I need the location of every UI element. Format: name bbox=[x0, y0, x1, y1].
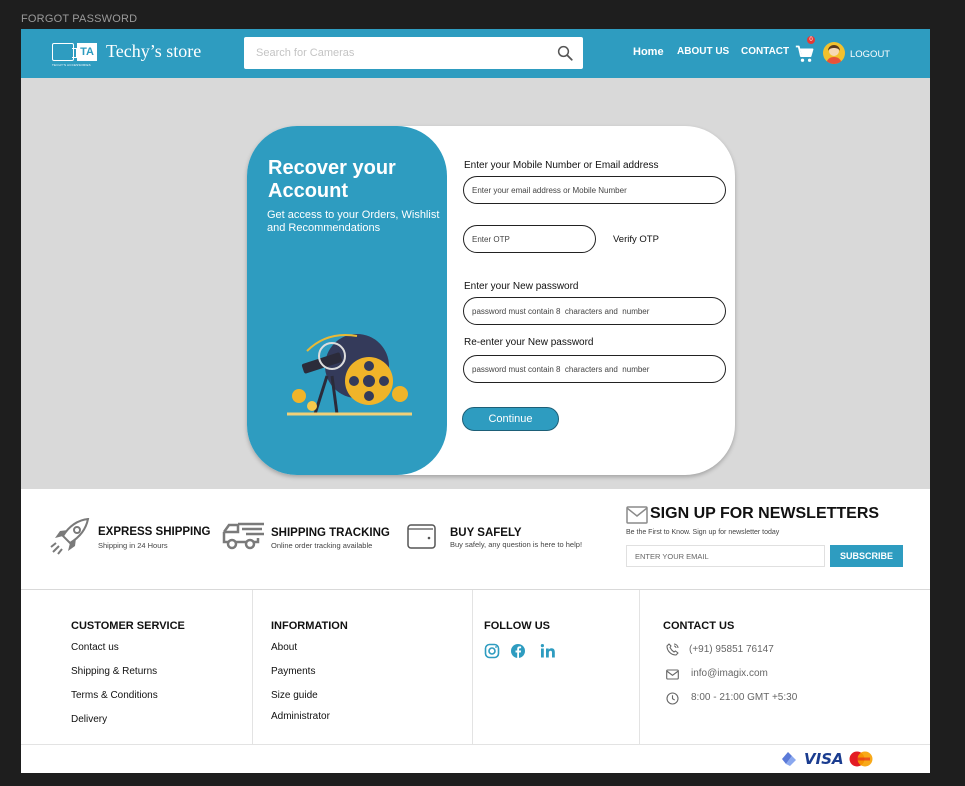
feature-tracking-title: SHIPPING TRACKING bbox=[271, 527, 390, 539]
footer-link-size-guide[interactable]: Size guide bbox=[271, 690, 318, 701]
contact-hours: 8:00 - 21:00 GMT +5:30 bbox=[691, 692, 798, 703]
mobile-email-input[interactable] bbox=[463, 176, 726, 204]
visa-logo: VISA bbox=[804, 750, 844, 768]
cart-icon[interactable] bbox=[795, 44, 815, 64]
truck-icon bbox=[222, 522, 264, 550]
contact-us-title: CONTACT US bbox=[663, 620, 735, 632]
features-strip: EXPRESS SHIPPING Shipping in 24 Hours SH… bbox=[21, 489, 930, 589]
newsletter-title: SIGN UP FOR NEWSLETTERS bbox=[650, 505, 880, 522]
mail-icon bbox=[626, 506, 648, 524]
rocket-icon bbox=[50, 518, 90, 555]
recover-panel: Recover your Account Get access to your … bbox=[247, 126, 447, 475]
feature-tracking-sub: Online order tracking available bbox=[271, 541, 373, 550]
phone-icon bbox=[666, 643, 679, 656]
footer-divider bbox=[639, 590, 640, 744]
cart-count-badge: 0 bbox=[807, 36, 815, 44]
recover-card: Recover your Account Get access to your … bbox=[247, 126, 735, 475]
follow-us-title: FOLLOW US bbox=[484, 620, 550, 632]
footer-link-shipping-returns[interactable]: Shipping & Returns bbox=[71, 666, 157, 677]
reenter-password-input[interactable] bbox=[463, 355, 726, 383]
search-input[interactable] bbox=[244, 37, 544, 69]
verify-otp-button[interactable]: Verify OTP bbox=[613, 234, 659, 245]
contact-phone: (+91) 95851 76147 bbox=[689, 644, 774, 655]
clock-icon bbox=[666, 692, 679, 705]
gpay-icon bbox=[782, 752, 796, 766]
footer-link-terms[interactable]: Terms & Conditions bbox=[71, 690, 158, 701]
logout-link[interactable]: LOGOUT bbox=[850, 49, 890, 60]
store-name: Techy’s store bbox=[106, 41, 202, 61]
footer-link-contact-us[interactable]: Contact us bbox=[71, 642, 119, 653]
film-camera-illustration bbox=[287, 334, 412, 416]
search-box bbox=[244, 37, 583, 69]
feature-buy-title: BUY SAFELY bbox=[450, 527, 522, 539]
footer-divider bbox=[472, 590, 473, 744]
page: TA Techy’s store TECHY'S ACCESSORIES Hom… bbox=[21, 29, 930, 773]
instagram-icon[interactable] bbox=[484, 643, 500, 659]
footer-link-about[interactable]: About bbox=[271, 642, 297, 653]
nav-contact[interactable]: CONTACT bbox=[741, 46, 789, 57]
footer-link-administrator[interactable]: Administrator bbox=[271, 711, 330, 722]
information-title: INFORMATION bbox=[271, 620, 348, 632]
feature-express-sub: Shipping in 24 Hours bbox=[98, 541, 168, 550]
footer-bottom-divider bbox=[21, 744, 930, 745]
store-logo[interactable]: TA Techy’s store TECHY'S ACCESSORIES bbox=[52, 41, 202, 67]
linkedin-icon[interactable] bbox=[540, 643, 556, 659]
reenter-password-label: Re-enter your New password bbox=[464, 337, 594, 348]
customer-service-title: CUSTOMER SERVICE bbox=[71, 620, 185, 632]
mobile-email-label: Enter your Mobile Number or Email addres… bbox=[464, 160, 659, 171]
footer-divider bbox=[252, 590, 253, 744]
newsletter-subtitle: Be the First to Know. Sign up for newsle… bbox=[626, 529, 780, 536]
contact-email: info@imagix.com bbox=[691, 668, 768, 679]
new-password-input[interactable] bbox=[463, 297, 726, 325]
footer: CUSTOMER SERVICE Contact us Shipping & R… bbox=[21, 590, 930, 773]
email-icon bbox=[666, 669, 679, 680]
feature-express-title: EXPRESS SHIPPING bbox=[98, 526, 211, 538]
logo-ta: TA bbox=[77, 42, 97, 61]
nav-home[interactable]: Home bbox=[633, 46, 664, 58]
recover-title: Recover your Account bbox=[268, 157, 396, 202]
wallet-icon bbox=[407, 524, 436, 549]
subscribe-button[interactable]: SUBSCRIBE bbox=[830, 545, 903, 567]
new-password-label: Enter your New password bbox=[464, 281, 579, 292]
frame-label: FORGOT PASSWORD bbox=[21, 13, 138, 25]
newsletter-email-input[interactable] bbox=[626, 545, 825, 567]
logo-subtitle: TECHY'S ACCESSORIES bbox=[52, 63, 91, 67]
search-icon[interactable] bbox=[556, 44, 574, 62]
header-bar: TA Techy’s store TECHY'S ACCESSORIES Hom… bbox=[21, 29, 930, 78]
facebook-icon[interactable] bbox=[510, 643, 526, 659]
footer-link-payments[interactable]: Payments bbox=[271, 666, 315, 677]
mastercard-icon bbox=[849, 751, 873, 767]
footer-link-delivery[interactable]: Delivery bbox=[71, 714, 107, 725]
logo-mark-icon bbox=[52, 42, 77, 61]
feature-buy-sub: Buy safely, any question is here to help… bbox=[450, 540, 583, 549]
continue-button[interactable]: Continue bbox=[462, 407, 559, 431]
nav-about-us[interactable]: ABOUT US bbox=[677, 46, 729, 57]
avatar[interactable] bbox=[823, 42, 845, 64]
otp-input[interactable] bbox=[463, 225, 596, 253]
recover-subtitle: Get access to your Orders, Wishlist and … bbox=[267, 209, 440, 234]
